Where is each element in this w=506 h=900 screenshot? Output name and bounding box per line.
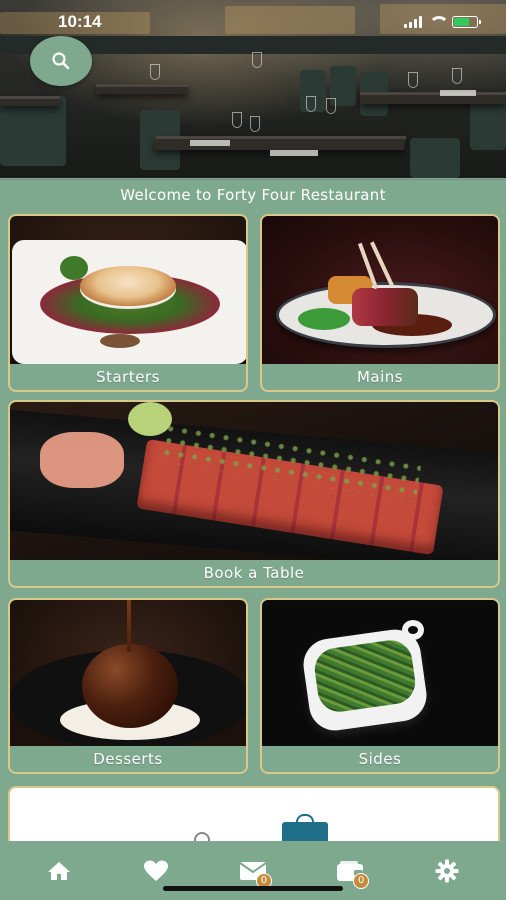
napkin	[440, 90, 476, 96]
search-button[interactable]	[30, 36, 92, 86]
tile-sides-label: Sides	[358, 750, 402, 768]
goat-cheese	[80, 266, 176, 306]
welcome-text: Welcome to Forty Four Restaurant	[120, 185, 386, 204]
tile-book-a-table-label: Book a Table	[203, 564, 305, 582]
wine-glass	[252, 52, 262, 68]
chair	[410, 138, 460, 178]
dining-table	[360, 92, 506, 104]
chocolate-pour	[127, 600, 131, 652]
home-indicator	[163, 886, 343, 891]
gear-icon	[435, 859, 459, 882]
wine-glass	[150, 64, 160, 80]
dish-handle	[402, 620, 424, 640]
tile-mains[interactable]: Mains	[260, 214, 500, 392]
tile-sides[interactable]: Sides	[260, 598, 500, 774]
wine-glass	[452, 68, 462, 84]
chocolate-sphere	[82, 644, 178, 728]
tile-starters-label: Starters	[96, 368, 160, 386]
walnuts	[100, 334, 140, 348]
wine-glass	[250, 116, 260, 132]
desserts-image	[10, 600, 246, 746]
tab-settings[interactable]	[422, 851, 472, 891]
wallet-badge: 0	[353, 872, 370, 889]
starters-image	[10, 216, 246, 364]
tile-starters[interactable]: Starters	[8, 214, 248, 392]
promo-card[interactable]	[8, 786, 500, 848]
chair	[0, 96, 66, 166]
wine-glass	[326, 98, 336, 114]
pea-puree	[298, 308, 350, 330]
book-a-table-image	[10, 402, 498, 560]
signal-icon	[404, 16, 422, 28]
tile-book-a-table[interactable]: Book a Table	[8, 400, 500, 588]
search-icon	[52, 52, 70, 70]
pickled-ginger	[40, 432, 124, 488]
dining-table	[96, 84, 188, 94]
status-bar: 10:14	[0, 0, 506, 44]
leaf	[60, 256, 88, 280]
tile-desserts[interactable]: Desserts	[8, 598, 248, 774]
home-icon	[47, 861, 70, 880]
tab-home[interactable]	[34, 851, 84, 891]
status-icons	[404, 16, 481, 28]
wine-glass	[232, 112, 242, 128]
status-time: 10:14	[58, 12, 102, 31]
wine-glass	[408, 72, 418, 88]
tile-mains-label: Mains	[356, 368, 404, 386]
welcome-banner: Welcome to Forty Four Restaurant	[0, 178, 506, 210]
napkin	[190, 140, 230, 146]
lamb-rack	[352, 288, 418, 326]
tab-wallet[interactable]: 0	[325, 851, 375, 891]
bottom-tab-bar: 0 0	[0, 841, 506, 900]
tab-messages[interactable]: 0	[228, 851, 278, 891]
wifi-icon	[428, 16, 449, 28]
battery-icon	[452, 16, 481, 28]
tile-desserts-label: Desserts	[93, 750, 163, 768]
dining-table	[0, 96, 60, 106]
sides-image	[262, 600, 498, 746]
tab-favorites[interactable]	[131, 851, 181, 891]
napkin	[270, 150, 318, 156]
heart-icon	[143, 860, 168, 881]
wine-glass	[306, 96, 316, 112]
mains-image	[262, 216, 498, 364]
